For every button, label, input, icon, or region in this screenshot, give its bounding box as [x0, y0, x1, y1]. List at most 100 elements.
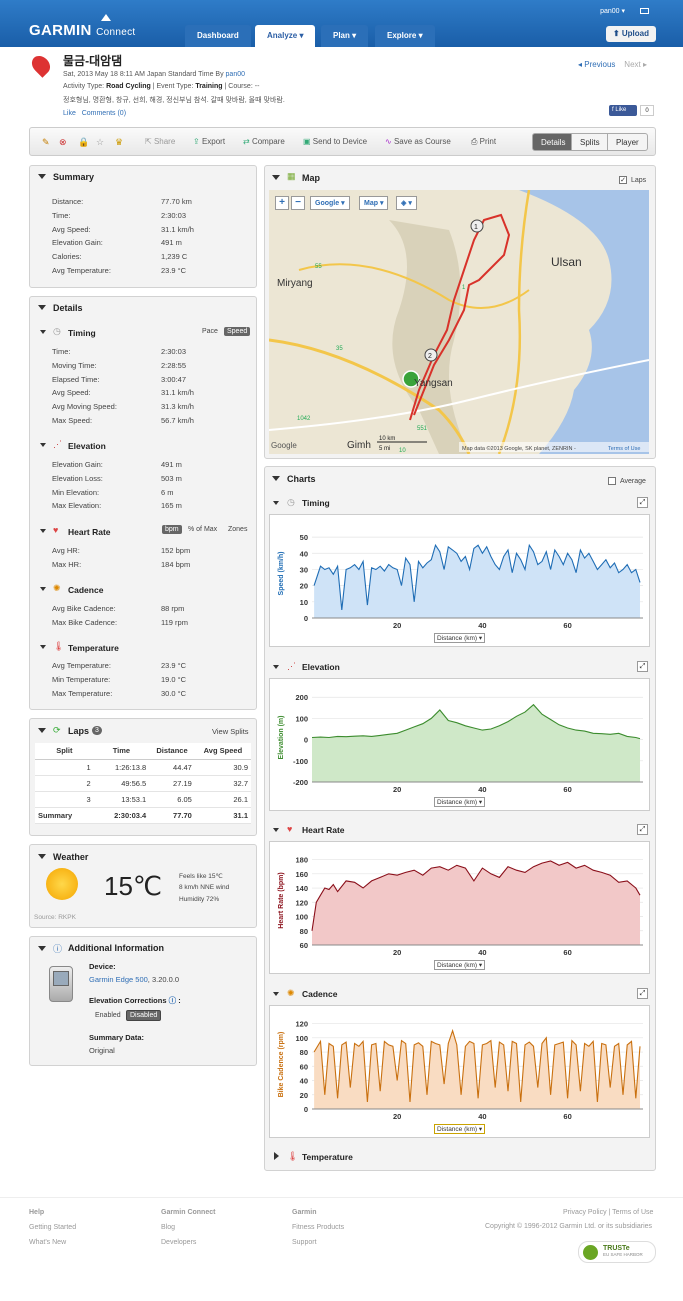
- like-link[interactable]: Like: [63, 110, 76, 117]
- cadence-chart[interactable]: 0 20 40 60 80 100 120 20 40 60 Bike Cadence (rpm) D…: [269, 1004, 650, 1138]
- elevation-chart-collapse-icon[interactable]: [273, 664, 279, 669]
- summary-rows-label-2: Avg Speed:: [52, 224, 91, 234]
- edit-pencil-icon[interactable]: ✎: [42, 137, 50, 148]
- heart-rate-x-axis-select[interactable]: Distance (km) ▾: [434, 960, 486, 970]
- upload-button[interactable]: ⬆ Upload: [605, 26, 656, 42]
- laps-checkbox[interactable]: ✓: [619, 176, 627, 184]
- footer-privacy-link[interactable]: Privacy Policy: [563, 1209, 607, 1216]
- send-to-device-button[interactable]: ▣ Send to Device: [303, 137, 367, 146]
- footer-terms-link[interactable]: Terms of Use: [612, 1209, 653, 1216]
- speed-toggle[interactable]: Speed: [224, 327, 251, 336]
- timing-chart[interactable]: 0 10 20 30 40 50 20 40 60 Speed (km/h) Distance (k…: [269, 514, 650, 647]
- cadence-x-axis-select[interactable]: Distance (km) ▾: [434, 1123, 486, 1134]
- summary-collapse-icon[interactable]: [38, 174, 46, 179]
- help-icon[interactable]: ⓘ: [169, 996, 177, 1005]
- laps-table-row[interactable]: 3 13:53.1 6.05 26.1: [35, 791, 251, 808]
- heart-rate-chart-fullscreen-icon[interactable]: ⤢: [637, 824, 648, 835]
- view-player-tab[interactable]: Player: [607, 133, 648, 151]
- event-type[interactable]: Training: [195, 83, 222, 90]
- laps-table-row[interactable]: Summary 2:30:03.4 77.70 31.1: [35, 807, 251, 824]
- mail-icon[interactable]: [640, 8, 649, 14]
- lock-icon[interactable]: 🔒: [78, 137, 89, 148]
- elevation-chart-fullscreen-icon[interactable]: ⤢: [637, 660, 648, 672]
- laps-collapse-icon[interactable]: [38, 728, 46, 733]
- map-layers-button[interactable]: ◈ ▾: [396, 196, 417, 210]
- details-collapse-icon[interactable]: [38, 305, 46, 310]
- elevation-corrections-enabled[interactable]: Enabled: [92, 1011, 124, 1020]
- cadence-collapse-icon[interactable]: [40, 587, 46, 591]
- cadence-chart-fullscreen-icon[interactable]: ⤢: [637, 987, 648, 999]
- previous-link[interactable]: ◂ Previous: [578, 60, 615, 69]
- footer-developers[interactable]: Developers: [161, 1239, 196, 1246]
- elevation-corrections-disabled[interactable]: Disabled: [126, 1010, 162, 1021]
- timing-collapse-icon[interactable]: [40, 330, 46, 334]
- heart-rate-chart[interactable]: 60 80 100 120 140 160 180 20 40 60 Heart Rate (bpm…: [269, 841, 650, 974]
- temperature-title: Temperature: [68, 643, 119, 653]
- favorite-star-icon[interactable]: ☆: [96, 137, 104, 148]
- footer-blog[interactable]: Blog: [161, 1224, 175, 1231]
- zoom-in-button[interactable]: +: [275, 196, 289, 210]
- elevation-x-axis-select[interactable]: Distance (km) ▾: [434, 796, 486, 807]
- elevation-chart[interactable]: -200 -100 0 100 200 20 40 60 Elevation (m) Distan…: [269, 677, 650, 811]
- charts-collapse-icon[interactable]: [272, 476, 280, 481]
- view-details-tab[interactable]: Details: [532, 133, 575, 151]
- map-terms-link[interactable]: Terms of Use: [608, 446, 640, 452]
- map-type-select[interactable]: Map ▾: [359, 196, 389, 210]
- nav-explore[interactable]: Explore ▾: [375, 25, 435, 47]
- map-provider-select[interactable]: Google ▾: [310, 196, 350, 210]
- footer-whats-new[interactable]: What's New: [29, 1239, 66, 1246]
- print-button[interactable]: ⎙ Print: [471, 137, 496, 147]
- cad-rows-label-1: Max Bike Cadence:: [52, 617, 118, 627]
- cadence-chart-collapse-icon[interactable]: [273, 991, 279, 996]
- view-splits-link[interactable]: View Splits: [212, 727, 249, 736]
- activity-description[interactable]: 정호형님, 명환형, 창규, 선희, 해경, 정신부님 참석. 갈때 맞바람, …: [63, 95, 285, 105]
- temperature-collapse-icon[interactable]: [40, 645, 46, 649]
- footer-support[interactable]: Support: [292, 1239, 317, 1246]
- save-as-course-button[interactable]: ∿ Save as Course: [385, 137, 451, 146]
- average-checkbox[interactable]: [608, 477, 616, 485]
- footer-getting-started[interactable]: Getting Started: [29, 1224, 76, 1231]
- compare-button[interactable]: ⇄ Compare: [243, 137, 285, 146]
- percent-max-toggle[interactable]: % of Max: [185, 525, 220, 534]
- user-menu[interactable]: pan00 ▾: [600, 7, 625, 15]
- heart-rate-chart-collapse-icon[interactable]: [273, 828, 279, 832]
- x-tick-label: 20: [393, 1112, 401, 1121]
- elevation-collapse-icon[interactable]: [40, 443, 46, 447]
- additional-collapse-icon[interactable]: [38, 946, 46, 951]
- delete-icon[interactable]: ⊗: [59, 137, 67, 148]
- temperature-chart-expand-icon[interactable]: [274, 1152, 279, 1160]
- elevation-chart-elevation-icon: ⋰: [287, 660, 296, 671]
- zones-toggle[interactable]: Zones: [225, 525, 250, 534]
- nav-analyze[interactable]: Analyze ▾: [255, 25, 316, 47]
- share-button[interactable]: ⇱ Share: [145, 137, 175, 146]
- comments-link[interactable]: Comments (0): [82, 110, 126, 117]
- garmin-connect-logo[interactable]: GARMIN Connect: [29, 14, 135, 39]
- timing-chart-collapse-icon[interactable]: [273, 501, 279, 505]
- map-collapse-icon[interactable]: [272, 175, 280, 180]
- truste-seal[interactable]: TRUSTe EU SAFE HARBOR: [578, 1241, 656, 1263]
- y-tick-label: 0: [304, 614, 308, 623]
- export-button[interactable]: ⇪ Export: [193, 137, 225, 146]
- footer-fitness-products[interactable]: Fitness Products: [292, 1224, 344, 1231]
- laps-table-row[interactable]: 2 49:56.5 27.19 32.7: [35, 775, 251, 792]
- activity-toolbar: ✎ ⊗ 🔒 ☆ ♛ ⇱ Share ⇪ Export ⇄ Compare ▣ S…: [29, 127, 656, 156]
- device-link[interactable]: Garmin Edge 500: [89, 975, 148, 984]
- next-link[interactable]: Next ▸: [624, 60, 647, 69]
- nav-dashboard[interactable]: Dashboard: [185, 25, 251, 47]
- weather-collapse-icon[interactable]: [38, 854, 46, 859]
- pace-toggle[interactable]: Pace: [199, 327, 221, 336]
- zoom-out-button[interactable]: −: [291, 196, 305, 210]
- activity-type[interactable]: Road Cycling: [106, 83, 151, 90]
- timing-chart-fullscreen-icon[interactable]: ⤢: [637, 497, 648, 508]
- view-splits-tab[interactable]: Splits: [571, 133, 609, 151]
- activity-user-link[interactable]: pan00: [226, 71, 245, 78]
- bpm-toggle[interactable]: bpm: [162, 525, 182, 534]
- timing-x-axis-select[interactable]: Distance (km) ▾: [434, 633, 486, 643]
- badge-icon[interactable]: ♛: [115, 137, 123, 148]
- activity-title[interactable]: 물금-대암댐: [63, 52, 122, 69]
- heart-rate-collapse-icon[interactable]: [40, 529, 46, 533]
- route-map[interactable]: 1 2 Miryang Ulsan Yangsan Gimh 55 1 35 5…: [269, 190, 649, 454]
- nav-plan[interactable]: Plan ▾: [321, 25, 369, 47]
- facebook-like-button[interactable]: f Like: [609, 105, 637, 116]
- laps-table-row[interactable]: 1 1:26:13.8 44.47 30.9: [35, 759, 251, 776]
